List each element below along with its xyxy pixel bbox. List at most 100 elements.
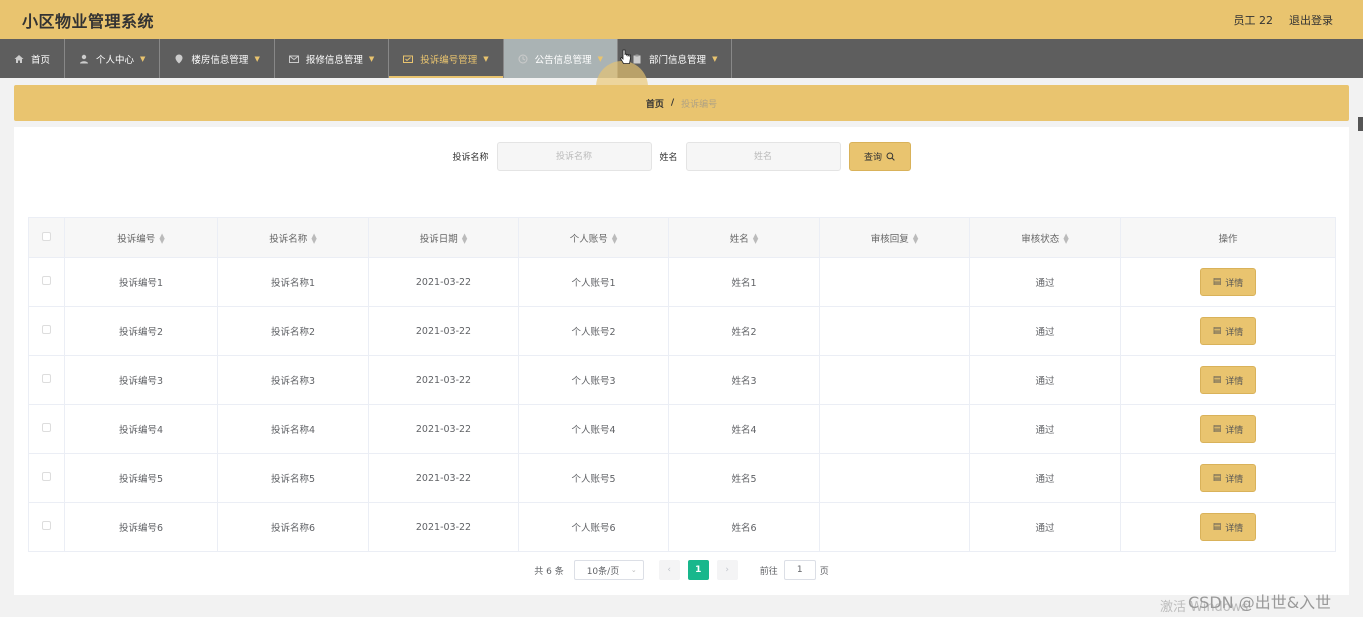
- cell-account: 个人账号1: [518, 257, 669, 307]
- row-checkbox[interactable]: [42, 521, 51, 530]
- chevron-down-icon: ▼: [712, 54, 718, 63]
- column-header[interactable]: 投诉编号 ▲ ▼: [64, 217, 218, 258]
- table-row: 投诉编号3 投诉名称3 2021-03-22 个人账号3 姓名3 通过 ▤ 详情: [28, 355, 1336, 405]
- sort-icon[interactable]: ▲ ▼: [612, 233, 617, 245]
- sort-icon[interactable]: ▲ ▼: [753, 233, 758, 245]
- cell-date: 2021-03-22: [368, 502, 519, 552]
- breadcrumb-separator: /: [670, 98, 675, 108]
- row-select-cell: [28, 355, 65, 405]
- complaint-name-input[interactable]: [496, 142, 652, 171]
- column-header[interactable]: 投诉日期 ▲ ▼: [368, 217, 519, 258]
- page-size-value: 10条/页: [586, 566, 620, 577]
- select-all-checkbox[interactable]: [42, 231, 51, 241]
- chevron-down-icon: ⌄: [630, 566, 637, 574]
- cell-account: 个人账号3: [518, 355, 669, 405]
- nav-item-repair-management[interactable]: 报修信息管理 ▼: [275, 39, 390, 78]
- nav-item-department-management[interactable]: 部门信息管理 ▼: [618, 39, 733, 78]
- row-checkbox[interactable]: [42, 472, 51, 481]
- sort-icon[interactable]: ▲ ▼: [1063, 233, 1068, 245]
- column-header[interactable]: 投诉名称 ▲ ▼: [217, 217, 369, 258]
- chevron-down-icon: ▼: [483, 54, 489, 63]
- detail-button[interactable]: ▤ 详情: [1200, 513, 1256, 541]
- detail-button-label: 详情: [1225, 327, 1244, 338]
- page-suffix: 页: [819, 566, 829, 577]
- sort-icon[interactable]: ▲ ▼: [462, 233, 467, 245]
- nav-item-building-management[interactable]: 楼房信息管理 ▼: [160, 39, 275, 78]
- search-icon: [886, 152, 895, 161]
- row-select-cell: [28, 502, 65, 552]
- column-header[interactable]: 审核状态 ▲ ▼: [969, 217, 1121, 258]
- detail-button[interactable]: ▤ 详情: [1200, 268, 1256, 296]
- row-checkbox[interactable]: [42, 325, 51, 334]
- cell-status: 通过: [969, 355, 1121, 405]
- breadcrumb-home[interactable]: 首页: [646, 97, 664, 110]
- current-user: 员工 22: [1233, 13, 1274, 27]
- chevron-right-icon: ›: [725, 565, 729, 575]
- column-header[interactable]: 审核回复 ▲ ▼: [819, 217, 970, 258]
- cell-reply: [819, 502, 970, 552]
- location-icon: [175, 54, 183, 63]
- column-header[interactable]: 个人账号 ▲ ▼: [518, 217, 669, 258]
- cell-account: 个人账号2: [518, 306, 669, 356]
- person-icon: [80, 54, 89, 63]
- row-checkbox[interactable]: [42, 423, 51, 432]
- cell-code: 投诉编号1: [64, 257, 218, 307]
- cell-action: ▤ 详情: [1120, 404, 1336, 454]
- pagination: 共 6 条 10条/页 ⌄ ‹ 1 › 前往 页: [14, 560, 1349, 580]
- next-page-button[interactable]: ›: [716, 560, 738, 580]
- page-number-1[interactable]: 1: [687, 560, 709, 580]
- person-name-label: 姓名: [659, 153, 678, 163]
- sort-icon[interactable]: ▲ ▼: [311, 233, 316, 245]
- page-size-select[interactable]: 10条/页 ⌄: [573, 560, 644, 580]
- scrollbar-thumb[interactable]: [1358, 117, 1363, 131]
- sort-icon[interactable]: ▲ ▼: [159, 233, 164, 245]
- cell-action: ▤ 详情: [1120, 355, 1336, 405]
- column-header[interactable]: 姓名 ▲ ▼: [668, 217, 820, 258]
- prev-page-button[interactable]: ‹: [658, 560, 680, 580]
- top-nav: 首页 个人中心 ▼ 楼房信息管理 ▼ 报修信息管理 ▼ 投诉编号管理 ▼ 公告信…: [0, 39, 1363, 113]
- detail-button[interactable]: ▤ 详情: [1200, 317, 1256, 345]
- table-header-row: 投诉编号 ▲ ▼ 投诉名称 ▲ ▼ 投诉日期 ▲ ▼ 个人账号 ▲ ▼ 姓名 ▲ ▼ 审核回复 ▲ ▼ …: [28, 217, 1336, 258]
- cell-account: 个人账号5: [518, 453, 669, 503]
- cell-action: ▤ 详情: [1120, 306, 1336, 356]
- goto-page-input[interactable]: [783, 560, 816, 580]
- cell-reply: [819, 453, 970, 503]
- nav-item-home[interactable]: 首页: [0, 39, 66, 78]
- detail-button[interactable]: ▤ 详情: [1200, 415, 1256, 443]
- sort-icon[interactable]: ▲ ▼: [913, 233, 918, 245]
- nav-item-label: 个人中心: [96, 54, 135, 66]
- nav-item-label: 楼房信息管理: [191, 54, 249, 66]
- query-button[interactable]: 查询: [848, 142, 911, 171]
- cell-name: 投诉名称5: [217, 453, 369, 503]
- cell-date: 2021-03-22: [368, 404, 519, 454]
- select-all-cell: [28, 217, 65, 258]
- person-name-input[interactable]: [685, 142, 841, 171]
- breadcrumb-current: 投诉编号: [681, 99, 718, 110]
- detail-button[interactable]: ▤ 详情: [1200, 464, 1256, 492]
- document-icon: ▤: [1212, 277, 1222, 287]
- cell-status: 通过: [969, 453, 1121, 503]
- chevron-down-icon: ▼: [597, 54, 604, 63]
- nav-item-complaint-management[interactable]: 投诉编号管理 ▼: [389, 39, 504, 78]
- logout-link[interactable]: 退出登录: [1289, 12, 1333, 28]
- nav-item-personal-center[interactable]: 个人中心 ▼: [65, 39, 161, 78]
- cell-person: 姓名6: [668, 502, 820, 552]
- nav-item-label: 公告信息管理: [534, 54, 592, 66]
- cell-reply: [819, 404, 970, 454]
- chevron-left-icon: ‹: [667, 565, 671, 575]
- row-checkbox[interactable]: [42, 374, 51, 383]
- row-checkbox[interactable]: [42, 276, 51, 285]
- table-row: 投诉编号1 投诉名称1 2021-03-22 个人账号1 姓名1 通过 ▤ 详情: [28, 257, 1336, 307]
- cell-action: ▤ 详情: [1120, 453, 1336, 503]
- table-row: 投诉编号2 投诉名称2 2021-03-22 个人账号2 姓名2 通过 ▤ 详情: [28, 306, 1336, 356]
- complaint-name-label: 投诉名称: [452, 153, 489, 163]
- nav-item-label: 部门信息管理: [649, 54, 707, 66]
- cell-date: 2021-03-22: [368, 453, 519, 503]
- goto-label: 前往: [759, 566, 778, 577]
- cell-person: 姓名1: [668, 257, 820, 307]
- detail-button[interactable]: ▤ 详情: [1200, 366, 1256, 394]
- cell-name: 投诉名称4: [217, 404, 369, 454]
- cell-name: 投诉名称6: [217, 502, 369, 552]
- nav-item-notice-management[interactable]: 公告信息管理 ▼: [503, 39, 619, 78]
- document-icon: ▤: [1212, 522, 1222, 532]
